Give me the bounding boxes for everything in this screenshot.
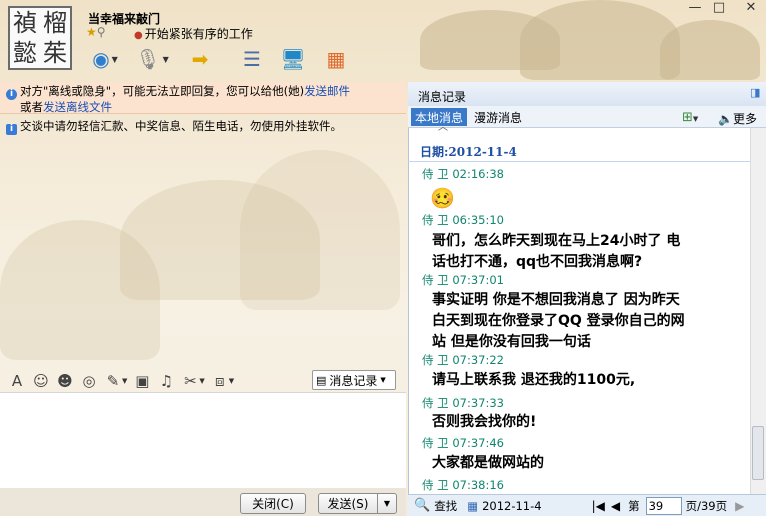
remote-desktop-icon: 🖥: [280, 47, 306, 71]
info-icon: i: [6, 89, 17, 100]
minimize-button[interactable]: —: [684, 1, 706, 17]
screenshot-icon[interactable]: ✂: [179, 371, 201, 391]
message-text: 大家都是做网站的: [432, 455, 544, 471]
voice-button[interactable]: 🎙 ▼: [132, 44, 172, 74]
page-suffix: 页/39页: [685, 498, 728, 513]
message-meta: 侍 卫 07:37:33: [422, 396, 504, 410]
avatar-char: 榴: [43, 9, 67, 37]
message-meta: 侍 卫 06:35:10: [422, 213, 504, 227]
magic-emoticon-icon[interactable]: ☻: [54, 371, 76, 391]
search-label[interactable]: 查找: [434, 498, 457, 514]
prev-page-icon[interactable]: ◀: [611, 499, 620, 513]
message-text: 否则我会找你的!: [432, 414, 537, 430]
history-footer: 🔍 查找 ▦ 2012-11-4 |◀ ◀ 第 页/39页 ▶: [408, 494, 766, 516]
remote-desktop-button[interactable]: 🖥: [276, 44, 310, 74]
app-list-button[interactable]: ☰: [236, 44, 268, 74]
message-text: 哥们，怎么昨天到现在马上24小时了 电话也打不通，qq也不回我消息啊?: [432, 233, 681, 270]
message-meta: 侍 卫 07:37:22: [422, 353, 504, 367]
music-icon[interactable]: ♫: [155, 371, 177, 391]
signature-text: 开始紧张有序的工作: [144, 27, 253, 41]
message-text: 请马上联系我 退还我的1100元,: [432, 372, 636, 388]
date-value[interactable]: 2012-11-4: [482, 499, 542, 513]
avatar-char: 茱: [43, 39, 67, 67]
page-prefix: 第: [628, 498, 640, 513]
close-button[interactable]: 关闭(C): [240, 493, 306, 514]
notice-text: 对方"离线或隐身"，可能无法立即回复，您可以给他(她): [20, 84, 305, 98]
message-meta: 侍 卫 02:16:38: [422, 167, 504, 181]
dropdown-arrow-icon[interactable]: ▼: [122, 377, 127, 385]
status-icons: ★⚲: [86, 25, 106, 39]
maximize-button[interactable]: □: [708, 1, 730, 17]
doodle-icon[interactable]: ✎: [102, 371, 124, 391]
warning-text: 交谈中请勿轻信汇款、中奖信息、陌生电话，勿使用外挂软件。: [20, 119, 342, 133]
level-icon: ⚲: [96, 25, 106, 39]
calendar-button[interactable]: ▦: [320, 44, 352, 74]
security-warning: i 交谈中请勿轻信汇款、中奖信息、陌生电话，勿使用外挂软件。: [6, 118, 342, 135]
dropdown-arrow-icon: ▼: [111, 54, 118, 64]
message-input[interactable]: [0, 392, 406, 488]
first-page-icon[interactable]: |◀: [592, 499, 605, 513]
font-icon[interactable]: A: [6, 371, 28, 391]
signature-icon: ●: [134, 30, 143, 41]
speaker-icon: 🔈: [718, 112, 733, 126]
history-title: 消息记录: [408, 82, 766, 106]
history-icon: ▤: [316, 373, 327, 387]
export-icon[interactable]: ⊞▼: [682, 110, 698, 125]
more-button[interactable]: 🔈更多: [718, 110, 757, 127]
message-history-button[interactable]: ▤ 消息记录 ▼: [312, 370, 396, 390]
message-meta: 侍 卫 07:38:16: [422, 478, 504, 492]
page-number-input[interactable]: [645, 496, 682, 515]
send-options-button[interactable]: ▼: [377, 493, 397, 514]
offline-notice: i 对方"离线或隐身"，可能无法立即回复，您可以给他(她)发送邮件 或者发送离线文…: [0, 82, 406, 114]
scroll-up-indicator-icon: ︿: [438, 122, 448, 133]
info-icon: i: [6, 124, 17, 135]
date-header: 日期:2012-11-4: [408, 138, 750, 162]
notice-text: 或者: [20, 100, 43, 114]
next-page-icon[interactable]: ▶: [735, 499, 744, 513]
avatar-char: 禎: [13, 9, 37, 37]
dropdown-arrow-icon[interactable]: ▼: [199, 377, 204, 385]
send-offline-file-link[interactable]: 发送离线文件: [43, 100, 112, 114]
message-meta: 侍 卫 07:37:46: [422, 436, 504, 450]
message-text: 事实证明 你是不想回我消息了 因为昨天 白天到现在你登录了QQ 登录你自己的网站 …: [432, 292, 685, 350]
dropdown-arrow-icon: ▼: [162, 54, 169, 64]
star-icon: ★: [86, 25, 97, 39]
shake-icon[interactable]: ◎: [78, 371, 100, 391]
signature[interactable]: ● 开始紧张有序的工作: [134, 25, 253, 42]
dropdown-arrow-icon[interactable]: ▼: [229, 377, 234, 385]
close-window-button[interactable]: ✕: [740, 1, 762, 17]
webcam-button[interactable]: ◉ ▼: [84, 44, 126, 74]
emoticon-icon[interactable]: ☺: [30, 371, 52, 391]
app-list-icon: ☰: [243, 47, 261, 71]
search-icon[interactable]: 🔍: [414, 498, 430, 513]
avatar-char: 懿: [13, 39, 37, 67]
collapse-panel-icon[interactable]: ◨: [750, 86, 760, 99]
message-history-label: 消息记录: [329, 373, 378, 388]
contact-avatar[interactable]: 禎 榴 懿 茱: [8, 6, 72, 70]
scrollbar-thumb[interactable]: [752, 426, 764, 480]
emoticon: 🥴: [430, 186, 455, 210]
image-icon[interactable]: ▣: [131, 371, 153, 391]
more-label: 更多: [732, 112, 757, 126]
tab-roaming-messages[interactable]: 漫游消息: [470, 108, 526, 126]
calendar-icon: ▦: [326, 47, 346, 71]
send-email-link[interactable]: 发送邮件: [304, 84, 350, 98]
toolbox-icon[interactable]: ⧈: [209, 371, 231, 391]
send-file-button[interactable]: ➡: [184, 44, 216, 74]
dropdown-arrow-icon: ▼: [380, 376, 386, 384]
microphone-icon: 🎙: [135, 47, 161, 71]
message-meta: 侍 卫 07:37:01: [422, 273, 504, 287]
calendar-icon[interactable]: ▦: [467, 499, 478, 513]
send-file-icon: ➡: [191, 47, 209, 71]
send-button[interactable]: 发送(S): [318, 493, 378, 514]
webcam-icon: ◉: [92, 47, 110, 71]
